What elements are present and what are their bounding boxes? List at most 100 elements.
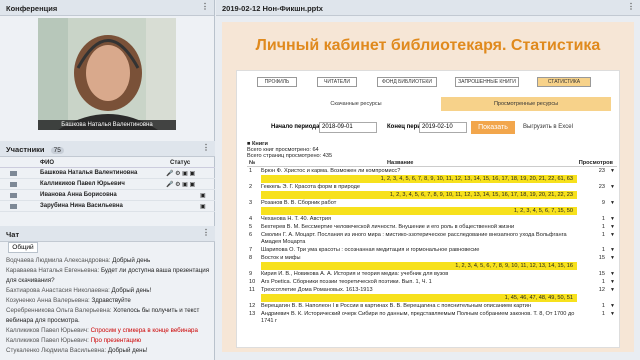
participant-row[interactable]: Калликиков Павел Юрьевич 🎤 ⚙ ▣ ▣	[0, 179, 215, 190]
book-title: Трехсотлетие Дома Романовых. 1613-1913	[261, 287, 373, 293]
book-no: 3	[249, 200, 253, 206]
chat-header: Чат ⋮	[0, 226, 215, 242]
chevron-down-icon[interactable]: ▼	[610, 168, 615, 174]
book-no: 2	[249, 184, 253, 190]
period-start-input[interactable]: 2018-09-01	[319, 122, 377, 133]
book-no: 9	[249, 271, 253, 277]
chevron-down-icon[interactable]: ▼	[610, 303, 615, 309]
chevron-down-icon[interactable]: ▼	[610, 200, 615, 206]
chat-message: Караваева Наталья Евгеньевна: Будет ли д…	[6, 267, 210, 284]
col-status: Статус	[170, 160, 191, 166]
book-title: Ars Poetica. Сборники поэзии теоретическ…	[261, 279, 432, 285]
book-row[interactable]: 9 Кирия И. В., Новикова А. А. История и т…	[247, 270, 617, 278]
chevron-down-icon[interactable]: ▼	[610, 216, 615, 222]
video-caption: Башкова Наталья Валентиновна	[38, 120, 176, 130]
user-icon	[10, 171, 17, 176]
participant-status: ▣	[200, 204, 206, 210]
book-views: 1	[601, 232, 605, 238]
file-title: 2019-02-12 Нон-Фикшн.pptx	[222, 4, 323, 13]
nav-library-fund[interactable]: ФОНД БИБЛИОТЕКИ	[377, 77, 437, 87]
book-row[interactable]: 4 Чеханова Н. Т. 40. Австрия 1 ▼	[247, 215, 617, 223]
tab-downloaded[interactable]: Скачанные ресурсы	[281, 97, 431, 111]
chevron-down-icon[interactable]: ▼	[610, 232, 615, 238]
chevron-down-icon[interactable]: ▼	[610, 184, 615, 190]
book-row[interactable]: 10 Ars Poetica. Сборники поэзии теоретиче…	[247, 278, 617, 286]
book-no: 5	[249, 224, 253, 230]
participant-row[interactable]: Зарубина Нина Васильевна ▣	[0, 201, 215, 212]
resource-subtabs: Скачанные ресурсы Просмотренные ресурсы	[281, 97, 611, 111]
participants-table: ФИО Статус Башкова Наталья Валентиновна 🎤…	[0, 158, 215, 212]
cabinet-nav: ПРОФИЛЬ ЧИТАТЕЛИ ФОНД БИБЛИОТЕКИ ЗАПРОШЕ…	[237, 75, 621, 89]
book-views: 23	[598, 184, 605, 190]
book-title: Бехтерев В. М. Бессмертие человеческой л…	[261, 224, 515, 230]
viewed-pages: 1, 45, 46, 47, 48, 49, 50, 51	[261, 294, 577, 302]
chevron-down-icon[interactable]: ▼	[610, 224, 615, 230]
book-title: Чеханова Н. Т. 40. Австрия	[261, 216, 331, 222]
chat-message: Водчаева Людмила Александровна: Добрый д…	[6, 257, 151, 264]
col-views: Просмотров	[578, 160, 613, 166]
participant-name: Иванова Анна Борисовна	[40, 192, 117, 198]
viewed-pages: 1, 2, 3, 4, 5, 6, 7, 8, 9, 10, 11, 12, 1…	[261, 262, 577, 270]
book-row[interactable]: 11 Трехсотлетие Дома Романовых. 1613-1913…	[247, 286, 617, 294]
book-no: 7	[249, 247, 253, 253]
book-row[interactable]: 3 Розанов В. В. Сборник работ 9 ▼	[247, 199, 617, 207]
app-window: Конференция ⋮ Башкова Наталья Валентинов…	[0, 0, 640, 360]
participant-row[interactable]: Иванова Анна Борисовна ▣	[0, 190, 215, 201]
book-row[interactable]: 2 Геккель Э. Г. Красота форм в природе 23 ▼	[247, 183, 617, 191]
nav-requested-books[interactable]: ЗАПРОШЕННЫЕ КНИГИ	[455, 77, 519, 87]
viewed-pages: 1, 2, 3, 4, 5, 6, 7, 8, 9, 10, 11, 12, 1…	[261, 191, 577, 199]
chat-message: Козуненко Анна Валерьевна: Здравствуйте	[6, 297, 131, 304]
chevron-down-icon[interactable]: ▼	[610, 255, 615, 261]
excel-export-link[interactable]: Выгрузить в Excel	[523, 124, 573, 130]
nav-readers[interactable]: ЧИТАТЕЛИ	[317, 77, 357, 87]
chevron-down-icon[interactable]: ▼	[610, 311, 615, 317]
chat-message: Бахтиарова Анастасия Николаевна: Добрый …	[6, 287, 152, 294]
book-row[interactable]: 8 Восток и мифы 15 ▼	[247, 254, 617, 262]
period-start-label: Начало периода	[271, 124, 320, 130]
book-no: 1	[249, 168, 253, 174]
book-title: Верещагин В. В. Наполеон I в России в ка…	[261, 303, 531, 309]
conference-title: Конференция	[6, 4, 58, 13]
books-table-header: № Название Просмотров	[247, 159, 617, 167]
book-title: Геккель Э. Г. Красота форм в природе	[261, 184, 360, 190]
chat-menu-icon[interactable]: ⋮	[202, 228, 210, 237]
book-views: 1	[601, 303, 605, 309]
participant-row[interactable]: Башкова Наталья Валентиновна 🎤 ⚙ ▣ ▣	[0, 168, 215, 179]
book-row[interactable]: 12 Верещагин В. В. Наполеон I в России в …	[247, 302, 617, 310]
book-title: Смолин Г. А. Моцарт. Послания из иного м…	[261, 232, 567, 245]
book-no: 12	[249, 303, 256, 309]
chevron-down-icon[interactable]: ▼	[610, 247, 615, 253]
show-button[interactable]: Показать	[471, 121, 515, 134]
book-row[interactable]: 7 Шарипова О. Три ума красоты : осознанна…	[247, 246, 617, 254]
user-icon	[10, 182, 17, 187]
nav-profile[interactable]: ПРОФИЛЬ	[257, 77, 297, 87]
chat-messages: Водчаева Людмила Александровна: Добрый д…	[6, 256, 211, 356]
tab-viewed[interactable]: Просмотренные ресурсы	[441, 97, 611, 111]
book-row[interactable]: 13 Андриевич В. К. Исторический очерк Сиб…	[247, 310, 617, 325]
book-row[interactable]: 5 Бехтерев В. М. Бессмертие человеческой …	[247, 223, 617, 231]
slide: Личный кабинет библиотекаря. Статистика …	[222, 22, 634, 352]
participant-name: Зарубина Нина Васильевна	[40, 203, 123, 209]
period-end-input[interactable]: 2019-02-10	[419, 122, 467, 133]
participants-menu-icon[interactable]: ⋮	[202, 143, 210, 152]
slide-title: Личный кабинет библиотекаря. Статистика	[255, 37, 601, 54]
books-table-body: 1 Брюн Ф. Христос и карма. Возможен ли ко…	[247, 167, 617, 325]
chevron-down-icon[interactable]: ▼	[610, 287, 615, 293]
col-name: Название	[387, 160, 414, 166]
nav-statistics[interactable]: СТАТИСТИКА	[537, 77, 591, 87]
user-icon	[10, 204, 17, 209]
menu-dots-icon[interactable]: ⋮	[201, 2, 209, 11]
participant-status: 🎤 ⚙ ▣ ▣	[166, 182, 196, 188]
book-row[interactable]: 6 Смолин Г. А. Моцарт. Послания из иного …	[247, 231, 617, 246]
chevron-down-icon[interactable]: ▼	[610, 271, 615, 277]
viewed-pages: 1, 2, 3, 4, 5, 6, 7, 8, 9, 10, 11, 12, 1…	[261, 175, 577, 183]
book-no: 11	[249, 287, 255, 293]
book-row[interactable]: 1 Брюн Ф. Христос и карма. Возможен ли ко…	[247, 167, 617, 175]
participants-header: Участники 75 ⋮	[0, 141, 215, 157]
presentation-menu-icon[interactable]: ⋮	[627, 2, 635, 11]
book-title: Брюн Ф. Христос и карма. Возможен ли ком…	[261, 168, 401, 174]
participants-title: Участники	[6, 145, 45, 154]
chevron-down-icon[interactable]: ▼	[610, 279, 615, 285]
chat-tab-general[interactable]: Общий	[8, 242, 38, 253]
books-stats: ■ Книги Всего книг просмотрено: 64 Всего…	[247, 141, 617, 325]
